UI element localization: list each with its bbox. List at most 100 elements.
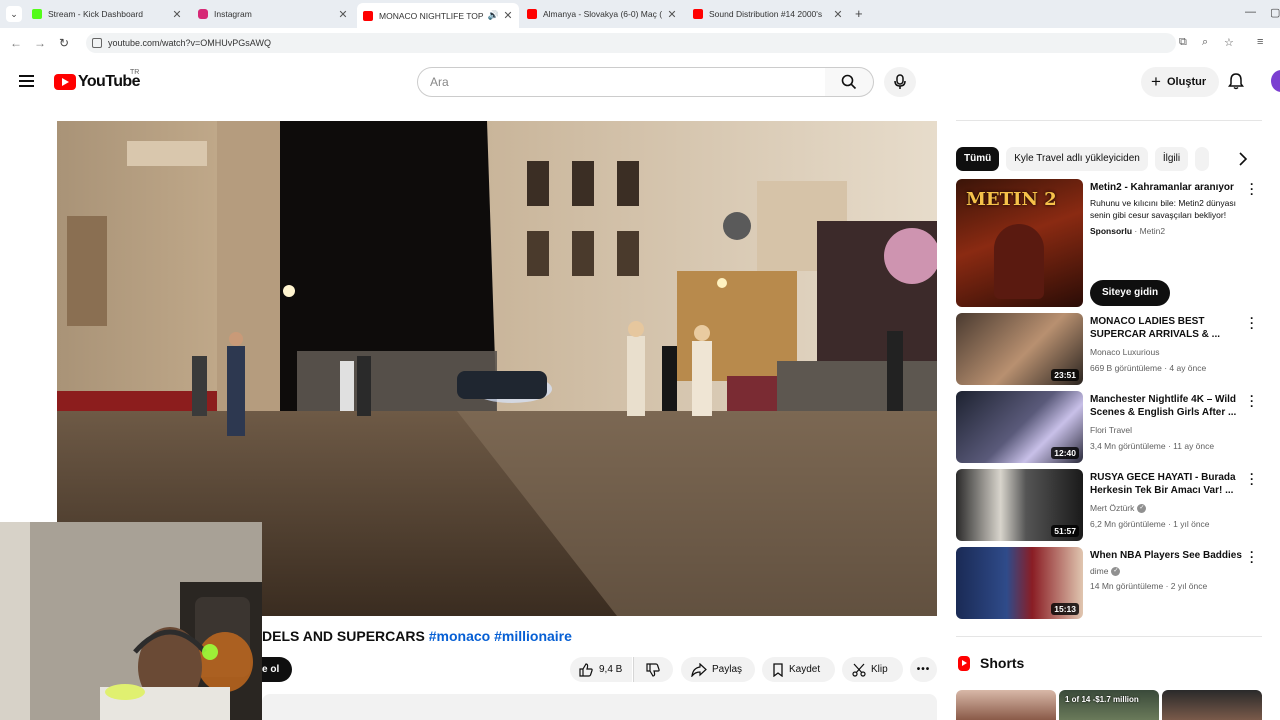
bookmark-icon: [773, 662, 783, 677]
chip-all[interactable]: Tümü: [956, 147, 1000, 171]
short-thumbnail[interactable]: [1162, 690, 1262, 720]
browser-tab-monaco[interactable]: MONACO NIGHTLIFE TOP M 🔊 ✕: [357, 3, 519, 28]
tab-title: Almanya - Slovakya (6-0) Maç (: [543, 9, 663, 19]
share-label: Paylaş: [712, 664, 743, 675]
tab-search-icon[interactable]: ⌄: [6, 6, 22, 22]
browser-tab-kick[interactable]: Stream - Kick Dashboard ✕: [26, 3, 188, 25]
channel-name[interactable]: Mert Öztürk ✓: [1090, 503, 1147, 514]
sponsored-ad-card[interactable]: METIN 2 Metin2 - Kahramanlar aranıyor Ru…: [956, 178, 1262, 309]
minimize-icon[interactable]: —: [1245, 6, 1256, 18]
like-button[interactable]: 9,4 B: [570, 657, 632, 682]
video-thumbnail[interactable]: 51:57: [956, 469, 1083, 541]
related-video-card[interactable]: 23:51 MONACO LADIES BEST SUPERCAR ARRIVA…: [956, 312, 1262, 385]
hamburger-menu-icon[interactable]: [19, 75, 34, 87]
account-avatar[interactable]: [1271, 70, 1280, 92]
zoom-icon[interactable]: ⌕: [1202, 36, 1208, 49]
youtube-favicon-icon: [363, 10, 373, 21]
chip-related[interactable]: İlgili: [1154, 147, 1189, 171]
shorts-section-header: Shorts: [958, 655, 1024, 671]
ad-thumbnail-logo: METIN 2: [966, 189, 1057, 210]
video-thumbnail[interactable]: 15:13: [956, 547, 1083, 619]
channel-name[interactable]: dime ✓: [1090, 566, 1121, 577]
sidebar-divider: [956, 636, 1262, 637]
video-duration: 15:13: [1051, 603, 1079, 615]
sponsored-label: Sponsorlu: [1090, 226, 1133, 236]
new-tab-icon[interactable]: +: [855, 6, 863, 21]
forward-icon[interactable]: →: [34, 36, 46, 50]
reload-icon[interactable]: ↻: [59, 36, 69, 50]
visit-site-button[interactable]: Siteye gidin: [1090, 280, 1170, 306]
save-button[interactable]: Kaydet: [762, 657, 835, 682]
channel-name[interactable]: Monaco Luxurious: [1090, 347, 1159, 357]
channel-name-text: Flori Travel: [1090, 425, 1133, 435]
more-options-icon[interactable]: · · ·: [1248, 468, 1256, 490]
url-field[interactable]: youtube.com/watch?v=OMHUvPGsAWQ: [86, 33, 1176, 53]
more-options-icon[interactable]: · · ·: [1248, 546, 1256, 568]
save-label: Kaydet: [789, 664, 821, 675]
hashtag-link[interactable]: #monaco: [429, 628, 490, 644]
description-box[interactable]: [262, 694, 937, 720]
related-video-card[interactable]: 12:40 Manchester Nightlife 4K – Wild Sce…: [956, 390, 1262, 463]
youtube-play-icon: [54, 74, 76, 90]
close-tab-icon[interactable]: ✕: [833, 8, 843, 21]
install-app-icon[interactable]: ⧉: [1179, 36, 1187, 49]
more-options-icon[interactable]: · · ·: [1248, 178, 1256, 200]
subscribe-button[interactable]: e ol: [262, 657, 292, 682]
video-title[interactable]: RUSYA GECE HAYATI - Burada Herkesin Tek …: [1090, 471, 1245, 497]
share-button[interactable]: Paylaş: [681, 657, 755, 682]
video-title[interactable]: MONACO LADIES BEST SUPERCAR ARRIVALS & .…: [1090, 315, 1245, 341]
video-thumbnail[interactable]: 23:51: [956, 313, 1083, 385]
maximize-icon[interactable]: ▢: [1270, 6, 1280, 19]
extensions-menu-icon[interactable]: ≡: [1257, 36, 1263, 48]
verified-badge-icon: ✓: [1111, 567, 1121, 577]
voice-search-button[interactable]: [884, 67, 916, 97]
bookmark-star-icon[interactable]: ☆: [1224, 36, 1234, 49]
short-thumbnail[interactable]: 1 of 14 -$1.7 million: [1059, 690, 1159, 720]
speaker-icon[interactable]: 🔊: [488, 10, 499, 21]
close-tab-icon[interactable]: ✕: [503, 9, 513, 22]
related-video-card[interactable]: 51:57 RUSYA GECE HAYATI - Burada Herkesi…: [956, 468, 1262, 541]
close-tab-icon[interactable]: ✕: [667, 8, 677, 21]
ad-sponsor-line: Sponsorlu · Metin2: [1090, 226, 1166, 236]
subscribe-label: e ol: [262, 664, 280, 675]
chevron-right-icon[interactable]: [1238, 152, 1248, 166]
create-button[interactable]: + Oluştur: [1141, 67, 1219, 97]
channel-name[interactable]: Flori Travel: [1090, 425, 1132, 435]
youtube-header: YouTube TR Ara + Oluştur: [0, 58, 1280, 106]
channel-name-text: Mert Öztürk: [1090, 503, 1135, 513]
notifications-bell-icon[interactable]: [1228, 72, 1244, 90]
back-icon[interactable]: ←: [10, 36, 22, 50]
browser-tab-instagram[interactable]: Instagram ✕: [192, 3, 354, 25]
tab-title: Instagram: [214, 9, 252, 19]
like-count: 9,4 B: [599, 664, 623, 675]
video-meta: 669 B görüntüleme · 4 ay önce: [1090, 363, 1207, 373]
hashtag-link[interactable]: #millionaire: [494, 628, 572, 644]
more-options-icon[interactable]: · · ·: [1248, 390, 1256, 412]
thumbs-down-icon: [646, 662, 660, 677]
site-info-icon[interactable]: [92, 38, 102, 48]
short-overlay-text: 1 of 14 -$1.7 million: [1065, 695, 1139, 704]
ad-title[interactable]: Metin2 - Kahramanlar aranıyor: [1090, 181, 1245, 194]
clip-button[interactable]: Klip: [842, 657, 903, 682]
chip-more[interactable]: [1195, 147, 1210, 171]
short-thumbnail[interactable]: [956, 690, 1056, 720]
chip-from-uploader[interactable]: Kyle Travel adlı yükleyiciden: [1006, 147, 1148, 171]
instagram-favicon-icon: [198, 9, 208, 19]
browser-tab-sound[interactable]: Sound Distribution #14 2000's ✕: [687, 3, 849, 25]
browser-tab-almanya[interactable]: Almanya - Slovakya (6-0) Maç ( ✕: [521, 3, 683, 25]
search-input[interactable]: Ara: [417, 67, 826, 97]
video-title[interactable]: When NBA Players See Baddies: [1090, 549, 1245, 562]
more-actions-button[interactable]: •••: [910, 657, 937, 682]
close-tab-icon[interactable]: ✕: [172, 8, 182, 21]
url-text: youtube.com/watch?v=OMHUvPGsAWQ: [108, 38, 271, 48]
related-video-card[interactable]: 15:13 When NBA Players See Baddies dime ✓…: [956, 546, 1262, 619]
dislike-button[interactable]: [633, 657, 673, 682]
share-icon: [691, 662, 707, 677]
ad-thumbnail[interactable]: METIN 2: [956, 179, 1083, 307]
video-title[interactable]: Manchester Nightlife 4K – Wild Scenes & …: [1090, 393, 1245, 419]
close-tab-icon[interactable]: ✕: [338, 8, 348, 21]
search-button[interactable]: [825, 67, 874, 97]
video-thumbnail[interactable]: 12:40: [956, 391, 1083, 463]
more-options-icon[interactable]: · · ·: [1248, 312, 1256, 334]
youtube-logo[interactable]: YouTube TR: [54, 69, 140, 91]
